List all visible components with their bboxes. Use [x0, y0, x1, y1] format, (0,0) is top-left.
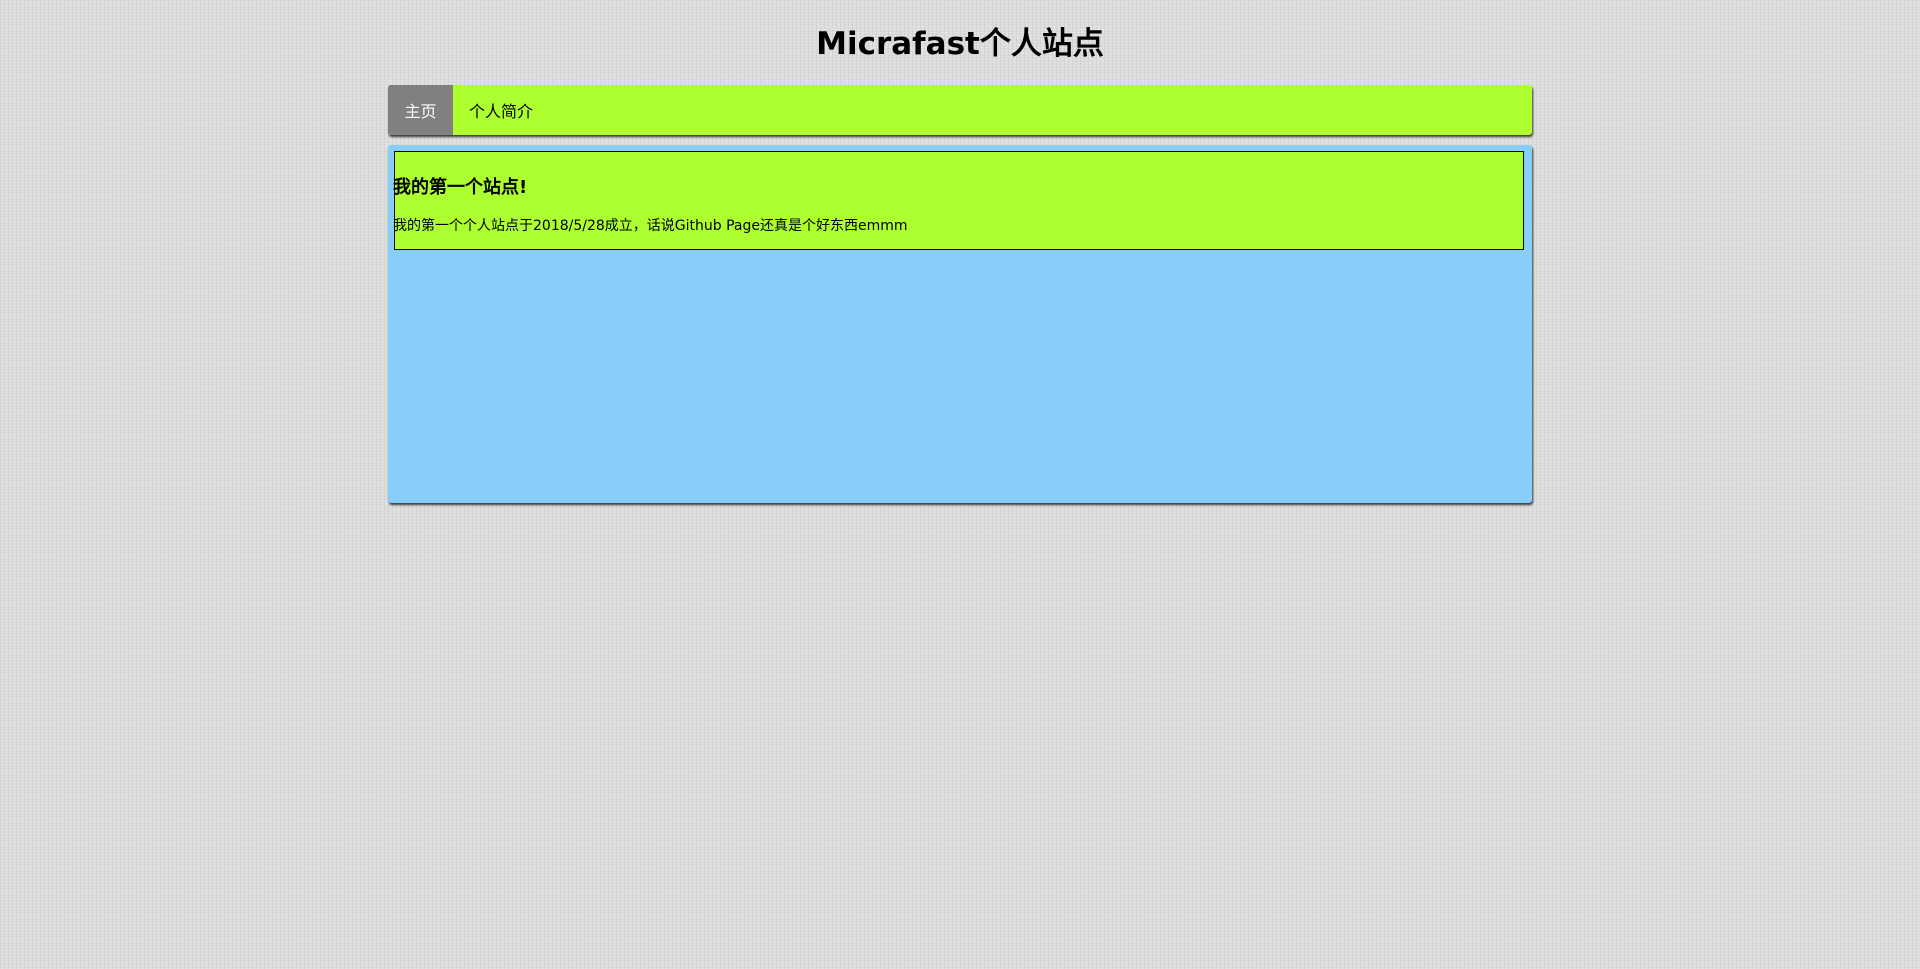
nav-bar: 主页 个人简介 — [388, 85, 1532, 135]
nav-item-home[interactable]: 主页 — [388, 85, 453, 135]
post-title: 我的第一个站点! — [393, 177, 528, 198]
nav-item-about[interactable]: 个人简介 — [453, 85, 533, 135]
main-panel: 我的第一个站点! 我的第一个个人站点于2018/5/28成立，话说Github … — [388, 145, 1532, 503]
post-card: 我的第一个站点! 我的第一个个人站点于2018/5/28成立，话说Github … — [393, 151, 1524, 250]
post-body: 我的第一个个人站点于2018/5/28成立，话说Github Page还真是个好… — [393, 218, 908, 234]
site-title: Micrafast个人站点 — [816, 26, 1104, 62]
